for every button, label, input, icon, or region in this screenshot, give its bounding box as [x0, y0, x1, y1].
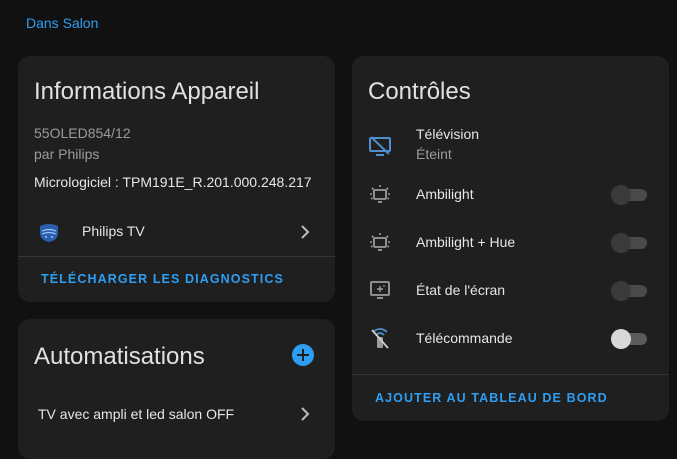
control-row-screen-state: État de l'écran	[352, 270, 669, 310]
integration-row-philips-tv[interactable]: Philips TV	[18, 212, 335, 252]
device-vendor: par Philips	[34, 146, 100, 162]
ambilight-icon	[370, 185, 390, 203]
screen-state-name: État de l'écran	[416, 282, 506, 298]
chevron-right-icon	[301, 407, 310, 421]
ambilight-toggle[interactable]	[611, 185, 647, 205]
breadcrumb[interactable]: Dans Salon	[26, 15, 98, 31]
control-row-ambilight-hue: Ambilight + Hue	[352, 222, 669, 262]
control-row-ambilight: Ambilight	[352, 174, 669, 214]
device-info-card: Informations Appareil 55OLED854/12 par P…	[18, 56, 335, 302]
controls-card: Contrôles Télévision Éteint Ambilight Am…	[352, 56, 669, 421]
add-to-dashboard-button[interactable]: AJOUTER AU TABLEAU DE BORD	[375, 391, 608, 405]
screen-state-toggle[interactable]	[611, 281, 647, 301]
ambilight-hue-name: Ambilight + Hue	[416, 234, 516, 250]
device-firmware: Micrologiciel : TPM191E_R.201.000.248.21…	[34, 174, 312, 190]
control-row-television[interactable]: Télévision Éteint	[352, 124, 669, 164]
automations-title: Automatisations	[34, 343, 205, 370]
television-off-icon	[369, 136, 391, 156]
automation-label: TV avec ampli et led salon OFF	[38, 406, 235, 422]
divider	[18, 256, 335, 257]
divider	[352, 374, 669, 375]
ambilight-hue-icon	[370, 233, 390, 251]
add-automation-button[interactable]	[292, 344, 314, 366]
screen-state-icon	[370, 281, 390, 299]
control-row-remote: Télécommande	[352, 318, 669, 358]
television-name: Télévision	[416, 126, 480, 142]
remote-name: Télécommande	[416, 330, 513, 346]
ambilight-hue-toggle[interactable]	[611, 233, 647, 253]
controls-title: Contrôles	[368, 78, 471, 105]
device-model: 55OLED854/12	[34, 125, 131, 141]
philips-logo-icon	[40, 224, 58, 242]
ambilight-name: Ambilight	[416, 186, 474, 202]
device-info-title: Informations Appareil	[34, 78, 260, 105]
automations-card: Automatisations TV avec ampli et led sal…	[18, 319, 335, 459]
chevron-right-icon	[301, 225, 310, 239]
television-state: Éteint	[416, 146, 452, 162]
automation-item[interactable]: TV avec ampli et led salon OFF	[18, 399, 335, 429]
remote-toggle[interactable]	[611, 329, 647, 349]
remote-control-icon	[371, 328, 389, 349]
integration-label: Philips TV	[82, 223, 145, 239]
download-diagnostics-button[interactable]: TÉLÉCHARGER LES DIAGNOSTICS	[41, 272, 284, 286]
